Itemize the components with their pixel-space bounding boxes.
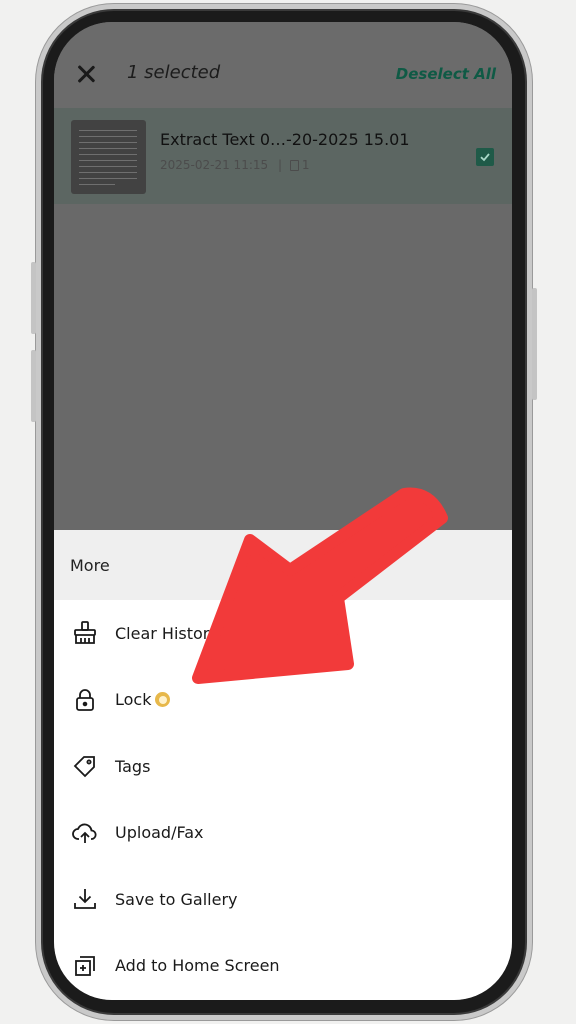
menu-item-add-to-home-screen[interactable]: Add to Home Screen [54,933,512,1000]
more-bottom-sheet: More Clear History Lock Tags Upload/Fax … [54,530,512,1000]
add-to-home-icon [75,955,95,976]
sheet-title: More [70,555,110,575]
menu-item-label: Lock [115,690,152,710]
lock-icon [76,688,94,711]
check-icon [480,153,490,162]
meta-separator: | [277,158,283,172]
page-count: 1 [301,158,310,172]
pages-icon [289,160,299,171]
menu-item-label: Add to Home Screen [115,956,280,976]
menu-item-clear-history[interactable]: Clear History [54,600,512,667]
power-button [532,288,537,400]
menu-item-lock[interactable]: Lock [54,667,512,734]
cloud-upload-icon [72,823,97,843]
menu-item-label: Clear History [115,623,219,643]
tag-icon [73,756,95,778]
download-icon [74,889,96,910]
volume-up-button [31,262,36,334]
document-list-item[interactable]: Extract Text 0…-20-2025 15.01 2025-02-21… [54,108,512,204]
menu-item-label: Upload/Fax [115,823,204,843]
document-meta: 2025-02-21 11:15 | 1 [160,158,309,172]
volume-down-button [31,350,36,422]
menu-item-tags[interactable]: Tags [54,733,512,800]
selection-count: 1 selected [127,62,221,83]
premium-badge-icon [155,692,171,708]
menu-item-upload-fax[interactable]: Upload/Fax [54,800,512,867]
selected-checkbox[interactable] [476,148,494,166]
broom-icon [74,621,96,645]
menu-item-label: Tags [115,756,151,776]
menu-item-label: Save to Gallery [115,889,238,909]
app-screen: 1 selected Deselect All Extract Text 0…-… [54,22,512,1000]
deselect-all-button[interactable]: Deselect All [396,65,496,83]
sheet-header: More [54,530,512,600]
menu-item-save-to-gallery[interactable]: Save to Gallery [54,866,512,933]
document-date: 2025-02-21 11:15 [160,158,269,172]
document-thumbnail [71,120,146,194]
document-title: Extract Text 0…-20-2025 15.01 [160,130,410,149]
close-icon[interactable] [74,62,98,86]
